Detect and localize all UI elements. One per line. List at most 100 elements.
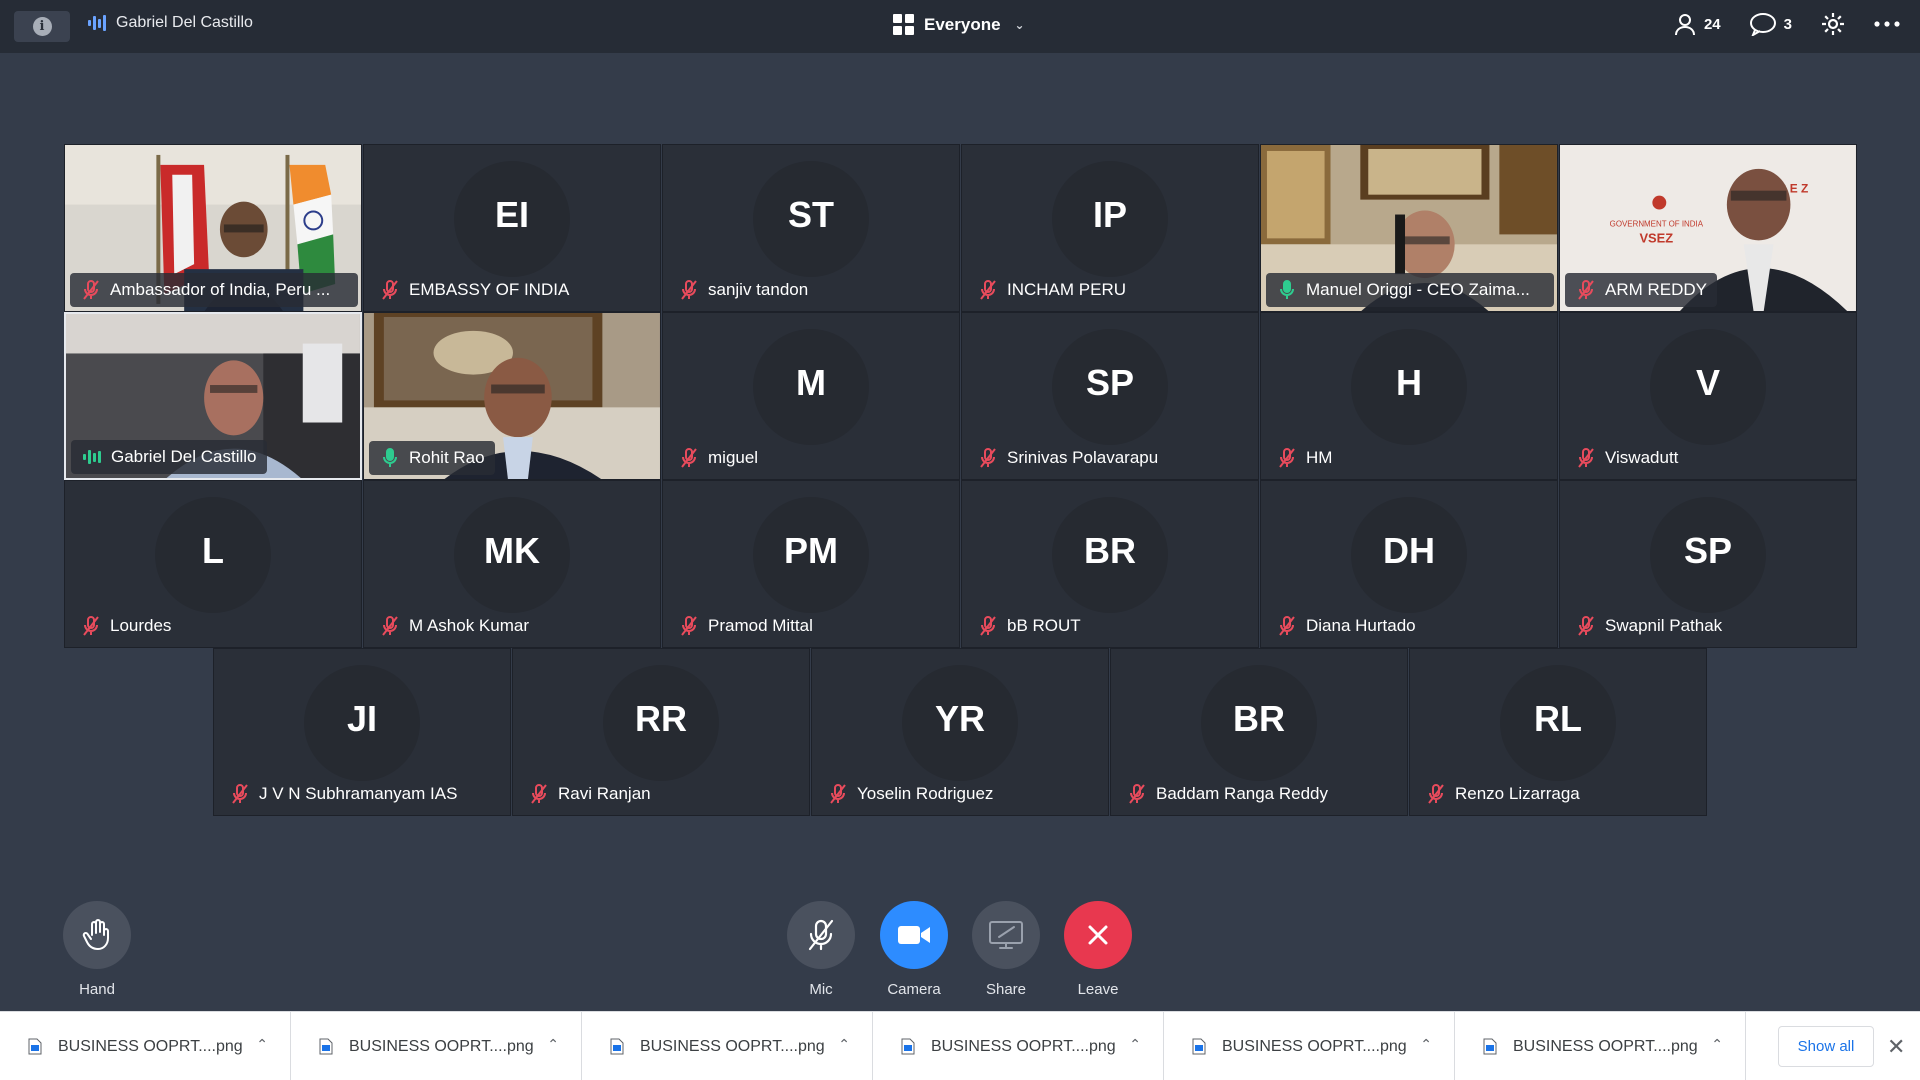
show-all-downloads-button[interactable]: Show all xyxy=(1778,1026,1874,1067)
chevron-up-icon[interactable]: ⌃ xyxy=(256,1036,268,1053)
chevron-up-icon[interactable]: ⌃ xyxy=(1129,1036,1141,1053)
participant-tile[interactable]: Rohit Rao xyxy=(363,312,661,480)
participant-tile[interactable]: RR Ravi Ranjan xyxy=(512,648,810,816)
view-label: Everyone xyxy=(924,14,1001,34)
mic-control[interactable]: Mic xyxy=(776,901,866,998)
close-icon[interactable]: ✕ xyxy=(1887,1034,1905,1060)
settings-button[interactable] xyxy=(1820,11,1846,37)
chevron-up-icon[interactable]: ⌃ xyxy=(547,1036,559,1053)
participant-initials: M xyxy=(796,362,826,403)
download-filename: BUSINESS OOPRT....png xyxy=(58,1037,243,1055)
chevron-up-icon[interactable]: ⌃ xyxy=(838,1036,850,1053)
download-item[interactable]: BUSINESS OOPRT....png ⌃ xyxy=(873,1012,1164,1080)
participant-initials: RR xyxy=(635,698,687,739)
chevron-up-icon[interactable]: ⌃ xyxy=(1711,1036,1723,1053)
participant-initials: L xyxy=(202,530,224,571)
mic-muted-icon xyxy=(382,280,398,300)
share-screen-icon xyxy=(989,921,1023,949)
participant-tile[interactable]: S E Z GOVERNMENT OF INDIA VSEZ ARM REDDY xyxy=(1559,144,1857,312)
camera-button[interactable] xyxy=(880,901,948,969)
participant-initials: ST xyxy=(787,194,834,235)
mic-muted-icon xyxy=(980,448,996,468)
download-item[interactable]: BUSINESS OOPRT....png ⌃ xyxy=(582,1012,873,1080)
participant-name: Diana Hurtado xyxy=(1306,616,1416,635)
participant-tile[interactable]: L Lourdes xyxy=(64,480,362,648)
participant-tile[interactable]: ST sanjiv tandon xyxy=(662,144,960,312)
participant-tile[interactable]: Ambassador of India, Peru ... xyxy=(64,144,362,312)
participant-name: Swapnil Pathak xyxy=(1605,616,1723,635)
participant-nameplate: Yoselin Rodriguez xyxy=(817,777,1003,811)
download-item[interactable]: BUSINESS OOPRT....png ⌃ xyxy=(1164,1012,1455,1080)
participant-tile[interactable]: Manuel Origgi - CEO Zaima... xyxy=(1260,144,1558,312)
participant-tile[interactable]: RL Renzo Lizarraga xyxy=(1409,648,1707,816)
camera-control[interactable]: Camera xyxy=(869,901,959,998)
participant-nameplate: Renzo Lizarraga xyxy=(1415,777,1590,811)
download-item[interactable]: BUSINESS OOPRT....png ⌃ xyxy=(291,1012,582,1080)
participant-tile[interactable]: BR Baddam Ranga Reddy xyxy=(1110,648,1408,816)
participant-nameplate: M Ashok Kumar xyxy=(369,609,539,643)
participant-tile[interactable]: YR Yoselin Rodriguez xyxy=(811,648,1109,816)
participant-name: Ravi Ranjan xyxy=(558,784,651,803)
participant-tile[interactable]: H HM xyxy=(1260,312,1558,480)
mic-muted-icon xyxy=(1129,784,1145,804)
participant-nameplate: ARM REDDY xyxy=(1565,273,1718,307)
participant-tile[interactable]: PM Pramod Mittal xyxy=(662,480,960,648)
participant-name: Renzo Lizarraga xyxy=(1455,784,1580,803)
download-filename: BUSINESS OOPRT....png xyxy=(640,1037,825,1055)
download-item[interactable]: BUSINESS OOPRT....png ⌃ xyxy=(1455,1012,1746,1080)
more-horizontal-icon xyxy=(1874,21,1900,27)
image-file-icon xyxy=(901,1038,915,1055)
mic-muted-icon xyxy=(681,448,697,468)
participant-nameplate: bB ROUT xyxy=(967,609,1091,643)
participant-initials: SP xyxy=(1085,362,1135,403)
participant-tile[interactable]: JI J V N Subhramanyam IAS xyxy=(213,648,511,816)
download-filename: BUSINESS OOPRT....png xyxy=(1513,1037,1698,1055)
share-screen-button[interactable] xyxy=(972,901,1040,969)
participant-tile[interactable]: DH Diana Hurtado xyxy=(1260,480,1558,648)
participant-name: Ambassador of India, Peru ... xyxy=(110,280,331,299)
image-file-icon xyxy=(1483,1038,1497,1055)
leave-button[interactable] xyxy=(1064,901,1132,969)
participant-tile[interactable]: SP Swapnil Pathak xyxy=(1559,480,1857,648)
participant-nameplate: sanjiv tandon xyxy=(668,273,818,307)
participant-initials: BR xyxy=(1233,698,1285,739)
mic-on-icon xyxy=(1280,280,1294,299)
download-item[interactable]: BUSINESS OOPRT....png ⌃ xyxy=(0,1012,291,1080)
participant-tile[interactable]: M miguel xyxy=(662,312,960,480)
chat-button[interactable]: 3 xyxy=(1749,12,1792,36)
mic-button[interactable] xyxy=(787,901,855,969)
participant-tile[interactable]: IP INCHAM PERU xyxy=(961,144,1259,312)
participant-tile[interactable]: BR bB ROUT xyxy=(961,480,1259,648)
participant-tile[interactable]: V Viswadutt xyxy=(1559,312,1857,480)
participant-name: Yoselin Rodriguez xyxy=(857,784,994,803)
audio-level-icon xyxy=(88,14,106,32)
chevron-up-icon[interactable]: ⌃ xyxy=(1420,1036,1432,1053)
leave-control[interactable]: Leave xyxy=(1053,901,1143,998)
raise-hand-button[interactable] xyxy=(63,901,131,969)
participant-tile-active-speaker[interactable]: Gabriel Del Castillo xyxy=(64,312,362,480)
participant-tile[interactable]: SP Srinivas Polavarapu xyxy=(961,312,1259,480)
raise-hand-control[interactable]: Hand xyxy=(52,901,142,998)
participant-name: INCHAM PERU xyxy=(1007,280,1127,299)
share-control[interactable]: Share xyxy=(961,901,1051,998)
more-options-button[interactable] xyxy=(1874,20,1900,28)
participants-button[interactable]: 24 xyxy=(1673,12,1721,36)
participant-name: Manuel Origgi - CEO Zaima... xyxy=(1306,280,1530,299)
meeting-top-bar: i Gabriel Del Castillo Everyone ⌄ 24 3 xyxy=(0,0,1920,53)
meeting-info-button[interactable]: i xyxy=(14,11,70,42)
participant-initials: H xyxy=(1396,362,1422,403)
mic-muted-icon xyxy=(1578,280,1594,300)
participant-initials: MK xyxy=(484,530,540,571)
grid-view-icon xyxy=(893,14,914,35)
gear-icon xyxy=(1822,13,1844,35)
share-label: Share xyxy=(985,981,1027,998)
view-selector[interactable]: Everyone ⌄ xyxy=(893,14,1025,35)
leave-label: Leave xyxy=(1077,981,1119,998)
participant-nameplate: J V N Subhramanyam IAS xyxy=(219,777,467,811)
participant-nameplate: Rohit Rao xyxy=(369,441,495,475)
participant-tile[interactable]: EI EMBASSY OF INDIA xyxy=(363,144,661,312)
participant-initials: RL xyxy=(1534,698,1582,739)
mic-muted-icon xyxy=(531,784,547,804)
mic-muted-icon xyxy=(1578,448,1594,468)
participant-tile[interactable]: MK M Ashok Kumar xyxy=(363,480,661,648)
